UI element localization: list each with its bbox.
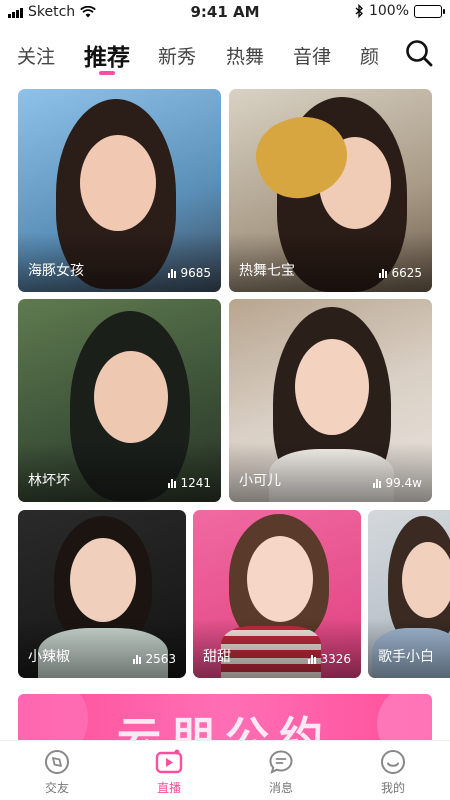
- tab-looks[interactable]: 颜: [360, 42, 379, 69]
- battery-icon: [414, 4, 445, 18]
- viewers-bars-icon: [379, 268, 388, 278]
- streamer-name: 歌手小白: [378, 649, 434, 665]
- viewers-bars-icon: [168, 478, 177, 488]
- tab-dance[interactable]: 热舞: [226, 42, 264, 69]
- nav-item-messages[interactable]: 消息: [241, 749, 321, 796]
- viewers-bars-icon: [308, 654, 317, 664]
- stream-card[interactable]: 热舞七宝 6625: [229, 89, 432, 292]
- stream-card[interactable]: 甜甜 3326: [193, 510, 361, 678]
- nav-label: 消息: [268, 781, 293, 795]
- bottom-nav: 交友 直播 消息 我的: [0, 740, 450, 800]
- nav-label: 交友: [44, 781, 69, 795]
- viewer-count: 1241: [168, 476, 211, 490]
- viewers-bars-icon: [133, 654, 142, 664]
- streamer-name: 热舞七宝: [239, 263, 295, 279]
- compass-icon: [45, 750, 69, 774]
- viewer-count-value: 99.4w: [385, 476, 422, 490]
- nav-label: 我的: [380, 781, 405, 795]
- viewer-count-value: 6625: [391, 266, 422, 280]
- streamer-name: 小可儿: [239, 473, 281, 489]
- profile-icon: [381, 750, 405, 774]
- viewers-bars-icon: [168, 268, 177, 278]
- stream-card[interactable]: 歌手小白: [368, 510, 450, 678]
- nav-label: 直播: [156, 781, 181, 795]
- viewer-count-value: 1241: [180, 476, 211, 490]
- viewer-count: 9685: [168, 266, 211, 280]
- tab-recommend[interactable]: 推荐: [84, 38, 130, 72]
- streamer-name: 林坏坏: [28, 473, 70, 489]
- viewer-count: 6625: [379, 266, 422, 280]
- nav-item-profile[interactable]: 我的: [353, 749, 433, 796]
- viewer-count: 99.4w: [373, 476, 422, 490]
- category-tabs: 关注 推荐 新秀 热舞 音律 颜: [0, 30, 450, 80]
- battery-percent: 100%: [368, 3, 409, 19]
- stream-card[interactable]: 海豚女孩 9685: [18, 89, 221, 292]
- nav-item-friends[interactable]: 交友: [17, 749, 97, 796]
- message-icon: [269, 750, 293, 774]
- search-icon[interactable]: [404, 38, 434, 68]
- tab-music[interactable]: 音律: [293, 42, 331, 69]
- status-bar: Sketch 9:41 AM 100%: [0, 0, 450, 24]
- viewer-count-value: 3326: [320, 652, 351, 666]
- stream-card[interactable]: 林坏坏 1241: [18, 299, 221, 502]
- stream-card[interactable]: 小辣椒 2563: [18, 510, 186, 678]
- streamer-name: 海豚女孩: [28, 263, 84, 279]
- viewer-count: 3326: [308, 652, 351, 666]
- stream-card[interactable]: 小可儿 99.4w: [229, 299, 432, 502]
- viewer-count-value: 9685: [180, 266, 211, 280]
- viewers-bars-icon: [373, 478, 382, 488]
- streamer-name: 小辣椒: [28, 649, 70, 665]
- tab-follow[interactable]: 关注: [17, 42, 55, 69]
- bluetooth-icon: [355, 4, 363, 18]
- live-video-icon: [155, 749, 183, 774]
- viewer-count: 2563: [133, 652, 176, 666]
- active-tab-indicator: [99, 71, 115, 75]
- streamer-name: 甜甜: [203, 649, 231, 665]
- tab-newcomer[interactable]: 新秀: [158, 42, 196, 69]
- viewer-count-value: 2563: [145, 652, 176, 666]
- status-right: 100%: [355, 3, 445, 19]
- nav-item-live[interactable]: 直播: [129, 749, 209, 796]
